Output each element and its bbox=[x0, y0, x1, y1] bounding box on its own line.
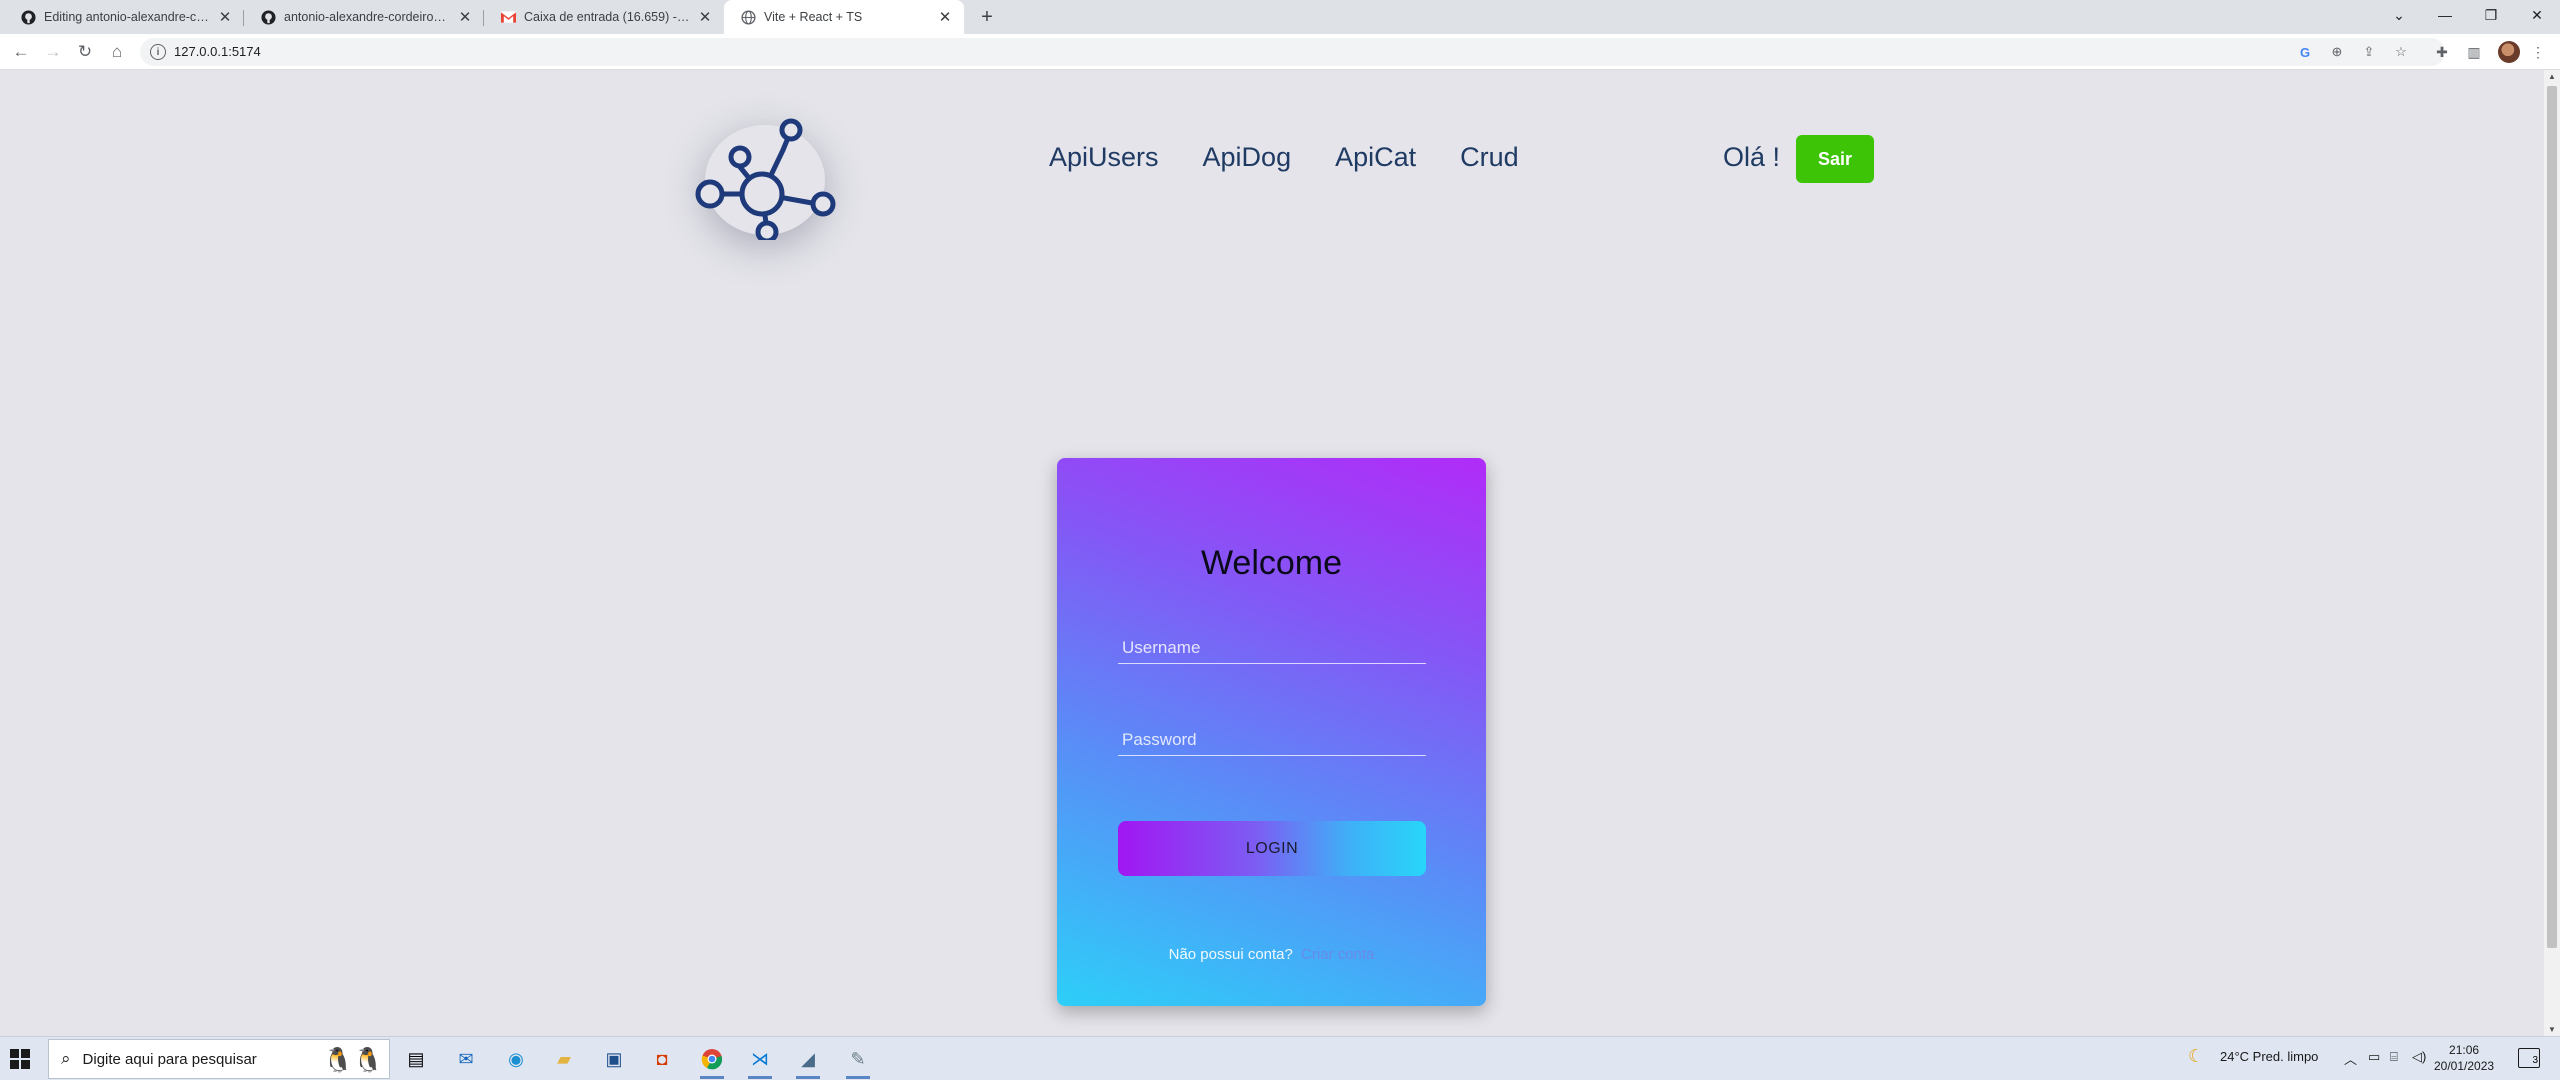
share-icon[interactable]: ⇪ bbox=[2361, 44, 2377, 60]
username-input[interactable] bbox=[1118, 624, 1426, 663]
mail-icon[interactable]: ✉ bbox=[450, 1043, 482, 1075]
new-tab-icon[interactable]: + bbox=[976, 6, 998, 28]
notification-count: 3 bbox=[2532, 1055, 2538, 1066]
globe-icon bbox=[740, 9, 756, 25]
close-tab-icon[interactable]: ✕ bbox=[696, 8, 714, 26]
tab-title: antonio-alexandre-cordeiro-dos- bbox=[284, 10, 450, 24]
vscode-icon[interactable]: ⋊ bbox=[744, 1043, 776, 1079]
gmail-icon bbox=[500, 9, 516, 25]
reload-icon[interactable]: ↻ bbox=[73, 40, 97, 64]
network-icon[interactable]: ⌸ bbox=[2390, 1049, 2398, 1065]
url-text[interactable]: 127.0.0.1:5174 bbox=[174, 44, 261, 59]
paint-icon[interactable]: ✎ bbox=[842, 1043, 874, 1079]
logout-button[interactable]: Sair bbox=[1796, 135, 1874, 183]
close-tab-icon[interactable]: ✕ bbox=[216, 8, 234, 26]
tray-chevron-icon[interactable]: ︿ bbox=[2344, 1049, 2357, 1068]
profile-avatar[interactable] bbox=[2498, 41, 2520, 63]
bookmark-star-icon[interactable]: ☆ bbox=[2393, 44, 2409, 60]
browser-tabstrip: Editing antonio-alexandre-cordeiro ✕ ant… bbox=[0, 0, 2560, 34]
scroll-down-icon[interactable]: ▼ bbox=[2548, 1025, 2556, 1034]
scroll-up-icon[interactable]: ▲ bbox=[2548, 72, 2556, 81]
login-title: Welcome bbox=[1200, 544, 1343, 582]
molecule-logo-icon[interactable] bbox=[690, 90, 840, 240]
password-field-wrapper bbox=[1118, 716, 1426, 756]
greeting-text: Olá ! bbox=[1723, 142, 1781, 172]
office-icon[interactable]: ◘ bbox=[646, 1043, 678, 1075]
login-button[interactable]: LOGIN bbox=[1118, 821, 1426, 876]
minimize-icon[interactable]: — bbox=[2422, 0, 2468, 30]
browser-toolbar: ← → ↻ ⌂ i 127.0.0.1:5174 G ⊕ ⇪ ☆ ✚ ▥ ⋮ bbox=[0, 34, 2560, 70]
back-icon[interactable]: ← bbox=[9, 40, 33, 64]
taskbar-search[interactable]: ⌕ Digite aqui para pesquisar 🐧🐧 bbox=[48, 1039, 390, 1079]
nav-link-apiusers[interactable]: ApiUsers bbox=[1049, 142, 1159, 173]
home-icon[interactable]: ⌂ bbox=[105, 40, 129, 64]
page-content: ApiUsers ApiDog ApiCat Crud Olá ! Sair W… bbox=[0, 70, 2560, 1036]
password-input[interactable] bbox=[1118, 716, 1426, 755]
penguins-icon: 🐧🐧 bbox=[323, 1047, 383, 1074]
browser-tab[interactable]: antonio-alexandre-cordeiro-dos- ✕ bbox=[244, 0, 484, 34]
windows-taskbar: ⌕ Digite aqui para pesquisar 🐧🐧 ▤ ✉ ◉ ▰ … bbox=[0, 1036, 2560, 1080]
zoom-icon[interactable]: ⊕ bbox=[2329, 44, 2345, 60]
close-tab-icon[interactable]: ✕ bbox=[936, 8, 954, 26]
github-icon bbox=[20, 9, 36, 25]
notification-center-icon[interactable]: 3 bbox=[2518, 1048, 2540, 1068]
github-icon bbox=[260, 9, 276, 25]
nav-link-apidog[interactable]: ApiDog bbox=[1203, 142, 1292, 173]
nav-link-apicat[interactable]: ApiCat bbox=[1335, 142, 1416, 173]
browser-tab[interactable]: Editing antonio-alexandre-cordeiro ✕ bbox=[4, 0, 244, 34]
login-card: Welcome LOGIN Não possui conta? Criar co… bbox=[1057, 458, 1486, 1006]
windows-start-icon[interactable] bbox=[10, 1049, 30, 1069]
task-view-icon[interactable]: ▤ bbox=[400, 1043, 432, 1075]
scrollbar-thumb[interactable] bbox=[2547, 86, 2557, 948]
tab-title: Vite + React + TS bbox=[764, 10, 863, 24]
google-translate-icon[interactable]: G bbox=[2297, 44, 2313, 60]
system-clock[interactable]: 21:06 20/01/2023 bbox=[2434, 1042, 2494, 1074]
taskbar-search-placeholder: Digite aqui para pesquisar bbox=[82, 1050, 257, 1068]
signup-text: Não possui conta? bbox=[1168, 946, 1293, 963]
tab-title: Editing antonio-alexandre-cordeiro bbox=[44, 10, 210, 24]
battery-icon[interactable]: ▭ bbox=[2368, 1049, 2380, 1065]
signup-prompt: Não possui conta? Criar conta bbox=[1057, 946, 1486, 963]
address-bar[interactable]: i 127.0.0.1:5174 G ⊕ ⇪ ☆ bbox=[140, 38, 2445, 66]
file-explorer-icon[interactable]: ▰ bbox=[548, 1043, 580, 1075]
browser-tab-active[interactable]: Vite + React + TS ✕ bbox=[724, 0, 964, 34]
nav-link-crud[interactable]: Crud bbox=[1460, 142, 1519, 173]
tab-search-icon[interactable]: ⌄ bbox=[2376, 0, 2422, 30]
close-window-icon[interactable]: ✕ bbox=[2514, 0, 2560, 30]
menu-kebab-icon[interactable]: ⋮ bbox=[2528, 42, 2548, 62]
browser-tab[interactable]: Caixa de entrada (16.659) - antonio ✕ bbox=[484, 0, 724, 34]
signup-link[interactable]: Criar conta bbox=[1301, 946, 1374, 963]
main-nav: ApiUsers ApiDog ApiCat Crud bbox=[1049, 142, 1519, 173]
restore-icon[interactable]: ❐ bbox=[2468, 0, 2514, 30]
search-icon: ⌕ bbox=[61, 1049, 71, 1068]
close-tab-icon[interactable]: ✕ bbox=[456, 8, 474, 26]
edge-icon[interactable]: ◉ bbox=[500, 1043, 532, 1075]
extensions-icon[interactable]: ✚ bbox=[2432, 42, 2452, 62]
side-panel-icon[interactable]: ▥ bbox=[2464, 42, 2484, 62]
clock-time: 21:06 bbox=[2449, 1043, 2480, 1057]
forward-icon[interactable]: → bbox=[41, 40, 65, 64]
chrome-icon[interactable] bbox=[696, 1043, 728, 1079]
store-icon[interactable]: ▣ bbox=[598, 1043, 630, 1075]
weather-icon[interactable]: ☾ bbox=[2188, 1046, 2204, 1067]
page-scrollbar[interactable]: ▲ ▼ bbox=[2544, 70, 2560, 1036]
volume-icon[interactable]: ◁) bbox=[2412, 1049, 2426, 1065]
tab-title: Caixa de entrada (16.659) - antonio bbox=[524, 10, 690, 24]
weather-text[interactable]: 24°C Pred. limpo bbox=[2220, 1049, 2318, 1064]
site-info-icon[interactable]: i bbox=[150, 44, 166, 60]
clock-date: 20/01/2023 bbox=[2434, 1059, 2495, 1073]
app-icon[interactable]: ◢ bbox=[792, 1043, 824, 1079]
username-field-wrapper bbox=[1118, 624, 1426, 664]
